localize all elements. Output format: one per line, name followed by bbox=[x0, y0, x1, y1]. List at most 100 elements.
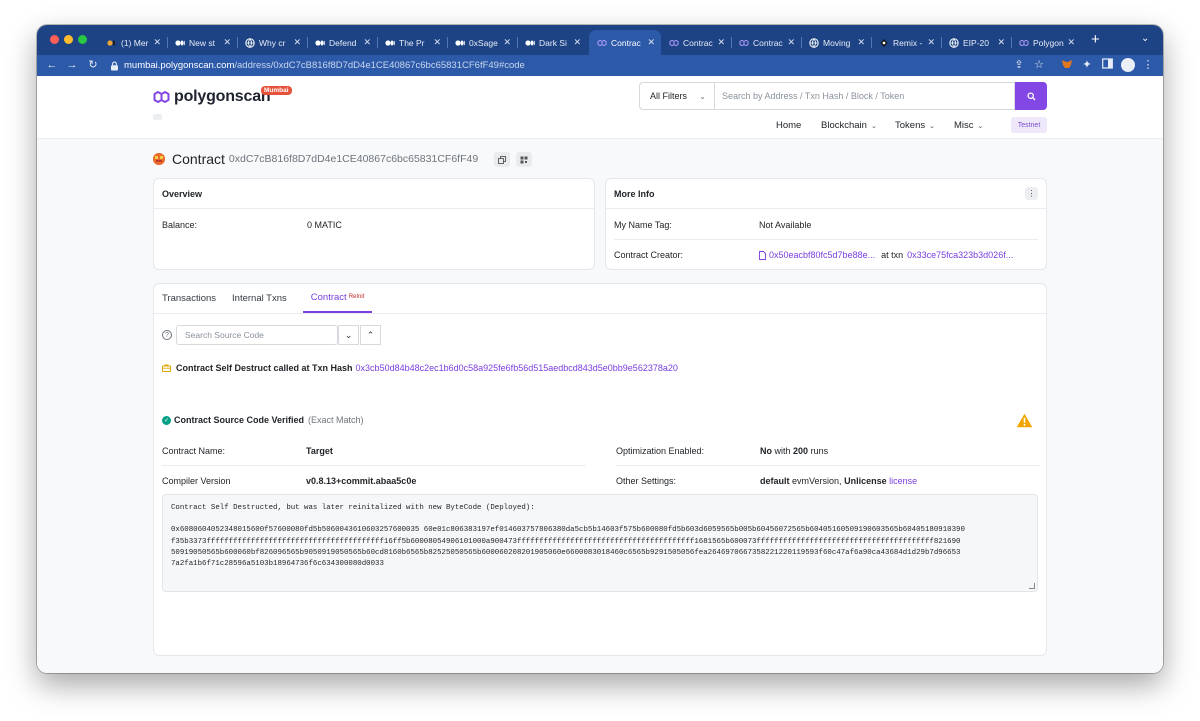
logo-text: polygonscan bbox=[174, 88, 271, 105]
polygon-icon bbox=[669, 38, 679, 48]
contract-tabs-card: Transactions Internal Txns Contract ReIni… bbox=[153, 283, 1047, 656]
name-tag-label: My Name Tag: bbox=[614, 220, 672, 230]
back-arrow-icon[interactable]: ← bbox=[45, 58, 59, 72]
nav-tokens[interactable]: Tokens ⌄ bbox=[895, 120, 935, 131]
creator-address-link[interactable]: 0x50eacbf80fc5d7be88e... bbox=[769, 250, 875, 260]
browser-tab[interactable]: 0xSage ✕ bbox=[447, 30, 517, 55]
tab-search-chevron-icon[interactable]: ⌄ bbox=[1141, 33, 1149, 44]
search-next-button[interactable]: ⌄ bbox=[338, 325, 359, 345]
tab-contract[interactable]: Contract ReInit bbox=[302, 283, 373, 313]
overview-card: Overview Balance: 0 MATIC bbox=[153, 178, 595, 270]
browser-window: (1) Mer ✕ New st ✕ Why cr ✕ Defend ✕ The… bbox=[37, 25, 1163, 673]
name-tag-value: Not Available bbox=[759, 220, 812, 230]
browser-tab-active[interactable]: Contrac ✕ bbox=[589, 30, 661, 55]
search-input[interactable] bbox=[714, 82, 1015, 110]
bookmark-star-icon[interactable]: ☆ bbox=[1032, 58, 1046, 72]
testnet-badge[interactable]: Testnet bbox=[1011, 117, 1047, 133]
search-prev-button[interactable]: ⌃ bbox=[360, 325, 381, 345]
chevron-down-icon: ⌄ bbox=[977, 122, 984, 130]
self-destruct-hash-link[interactable]: 0x3cb50d84b48c2ec1b6d0c58a925fe6fb56d515… bbox=[356, 363, 678, 373]
close-icon[interactable]: ✕ bbox=[573, 37, 581, 48]
copy-icon bbox=[498, 155, 506, 164]
close-icon[interactable]: ✕ bbox=[1067, 37, 1075, 48]
close-icon[interactable]: ✕ bbox=[927, 37, 935, 48]
compiler-value: v0.8.13+commit.abaa5c0e bbox=[306, 476, 417, 486]
new-tab-button[interactable]: + bbox=[1091, 31, 1100, 49]
close-icon[interactable]: ✕ bbox=[787, 37, 795, 48]
extensions-puzzle-icon[interactable]: ✦ bbox=[1080, 58, 1094, 72]
browser-tab[interactable]: Defend ✕ bbox=[307, 30, 377, 55]
tab-internal-txns[interactable]: Internal Txns bbox=[232, 283, 295, 313]
nav-home[interactable]: Home bbox=[776, 120, 801, 131]
nav-blockchain[interactable]: Blockchain ⌄ bbox=[821, 120, 877, 131]
license-link[interactable]: license bbox=[889, 476, 917, 486]
tab-transactions[interactable]: Transactions bbox=[162, 283, 224, 313]
browser-tab[interactable]: Dark Si ✕ bbox=[517, 30, 587, 55]
verified-label: Contract Source Code Verified bbox=[174, 415, 305, 425]
browser-tab[interactable]: Moving ✕ bbox=[801, 30, 871, 55]
minimize-window-button[interactable] bbox=[64, 35, 73, 44]
forward-arrow-icon[interactable]: → bbox=[65, 58, 79, 72]
resize-handle[interactable] bbox=[1029, 583, 1035, 589]
warning-triangle-icon[interactable] bbox=[1016, 413, 1033, 428]
url-host: mumbai.polygonscan.com bbox=[124, 60, 235, 71]
medium-icon bbox=[175, 38, 185, 48]
browser-tab[interactable]: Remix - ✕ bbox=[871, 30, 941, 55]
browser-tab[interactable]: (1) Mer ✕ bbox=[99, 30, 167, 55]
page-title: Contract 0xdC7cB816f8D7dD4e1CE40867c6bc6… bbox=[153, 151, 478, 167]
source-code-search-input[interactable] bbox=[176, 325, 338, 345]
browser-tab[interactable]: The Pr ✕ bbox=[377, 30, 447, 55]
self-destruct-notice: Contract Self Destruct called at Txn Has… bbox=[162, 363, 678, 373]
browser-tab[interactable]: New st ✕ bbox=[167, 30, 237, 55]
browser-tab[interactable]: Why cr ✕ bbox=[237, 30, 307, 55]
polygon-icon bbox=[1019, 38, 1029, 48]
bytecode-textarea[interactable]: Contract Self Destructed, but was later … bbox=[162, 494, 1038, 592]
creator-txn-link[interactable]: 0x33ce75fca323b3d026f... bbox=[907, 250, 1013, 260]
lock-icon bbox=[111, 61, 118, 70]
more-options-icon[interactable]: ⋮ bbox=[1025, 187, 1038, 200]
zoom-window-button[interactable] bbox=[78, 35, 87, 44]
polygon-icon bbox=[597, 38, 607, 48]
close-icon[interactable]: ✕ bbox=[223, 37, 231, 48]
close-icon[interactable]: ✕ bbox=[153, 37, 161, 48]
bytecode-line: f35b3373ffffffffffffffffffffffffffffffff… bbox=[171, 537, 961, 546]
metamask-icon[interactable] bbox=[1060, 58, 1074, 72]
search-button[interactable] bbox=[1015, 82, 1047, 110]
check-circle-icon: ✓ bbox=[162, 415, 171, 425]
sidebar-icon[interactable] bbox=[1100, 58, 1114, 72]
nav-misc[interactable]: Misc ⌄ bbox=[954, 120, 983, 131]
more-menu-icon[interactable]: ⋮ bbox=[1141, 58, 1155, 72]
browser-tab[interactable]: EIP-20 ✕ bbox=[941, 30, 1011, 55]
site-logo[interactable]: polygonscan Mumbai bbox=[153, 86, 292, 106]
browser-tab[interactable]: Contrac ✕ bbox=[731, 30, 801, 55]
medium-icon bbox=[107, 38, 117, 48]
contract-address: 0xdC7cB816f8D7dD4e1CE40867c6bc65831CF6fF… bbox=[228, 153, 479, 165]
reload-icon[interactable]: ↻ bbox=[86, 58, 100, 72]
qr-code-button[interactable] bbox=[516, 152, 532, 167]
share-icon[interactable]: ⇪ bbox=[1012, 58, 1026, 72]
bytecode-line: 0x6080604052348015600f57600080fd5b506004… bbox=[171, 526, 965, 535]
close-icon[interactable]: ✕ bbox=[293, 37, 301, 48]
medium-icon bbox=[385, 38, 395, 48]
profile-avatar[interactable] bbox=[1121, 58, 1135, 72]
close-window-button[interactable] bbox=[50, 35, 59, 44]
browser-tab[interactable]: Contrac ✕ bbox=[661, 30, 731, 55]
address-bar[interactable]: mumbai.polygonscan.com/address/0xdC7cB81… bbox=[110, 58, 525, 73]
close-icon[interactable]: ✕ bbox=[717, 37, 725, 48]
close-icon[interactable]: ✕ bbox=[997, 37, 1005, 48]
browser-tab[interactable]: Polygon ✕ bbox=[1011, 30, 1081, 55]
search-icon bbox=[1026, 91, 1035, 100]
close-icon[interactable]: ✕ bbox=[503, 37, 511, 48]
close-icon[interactable]: ✕ bbox=[433, 37, 441, 48]
name-tag-row: My Name Tag: Not Available bbox=[614, 218, 1038, 232]
copy-button[interactable] bbox=[494, 152, 510, 167]
bytecode-header: Contract Self Destructed, but was later … bbox=[171, 504, 535, 512]
globe-icon bbox=[809, 37, 819, 48]
close-icon[interactable]: ✕ bbox=[857, 37, 865, 48]
close-icon[interactable]: ✕ bbox=[363, 37, 371, 48]
more-info-card: More Info ⋮ My Name Tag: Not Available C… bbox=[605, 178, 1047, 270]
help-icon[interactable]: ? bbox=[162, 330, 172, 340]
filter-select[interactable]: All Filters ⌄ bbox=[639, 82, 714, 110]
close-icon[interactable]: ✕ bbox=[647, 37, 655, 48]
browser-toolbar: ← → ↻ mumbai.polygonscan.com/address/0xd… bbox=[37, 55, 1163, 76]
